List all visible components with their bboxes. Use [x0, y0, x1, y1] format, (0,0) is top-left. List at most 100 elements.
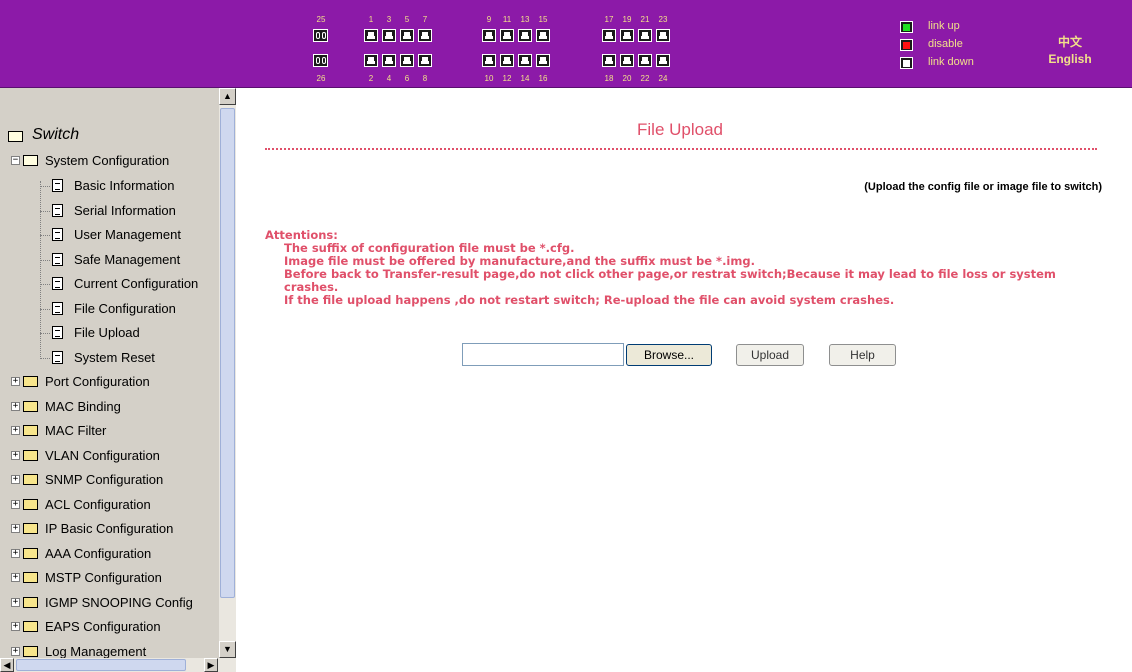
- tree-section-item[interactable]: + SNMP Configuration: [8, 470, 218, 492]
- ethernet-port-icon[interactable]: [638, 29, 652, 42]
- expand-icon[interactable]: +: [11, 524, 20, 533]
- port-number: 14: [520, 74, 530, 83]
- tree-section-item[interactable]: + Log Management: [8, 642, 218, 658]
- port-number: 23: [658, 15, 668, 24]
- ethernet-port-icon[interactable]: [364, 29, 378, 42]
- tree-connector: [40, 308, 50, 310]
- ethernet-port-icon[interactable]: [656, 54, 670, 67]
- ethernet-port-icon[interactable]: [400, 54, 414, 67]
- ethernet-port-icon[interactable]: [620, 29, 634, 42]
- ethernet-port-icon[interactable]: [536, 29, 550, 42]
- ethernet-port-icon[interactable]: [602, 54, 616, 67]
- expand-icon[interactable]: +: [11, 475, 20, 484]
- folder-icon: [23, 645, 38, 657]
- tree-section-item[interactable]: + EAPS Configuration: [8, 617, 218, 639]
- port-number: 25: [316, 15, 326, 24]
- legend-link-up-label: link up: [928, 20, 960, 32]
- tree-page-item[interactable]: System Reset: [40, 348, 218, 370]
- file-path-input[interactable]: [462, 343, 624, 366]
- expand-icon[interactable]: +: [11, 401, 20, 411]
- expand-icon[interactable]: +: [11, 377, 20, 386]
- ethernet-port-icon[interactable]: [382, 54, 396, 67]
- browse-button[interactable]: Browse...: [626, 344, 712, 366]
- tree-page-item[interactable]: File Configuration: [40, 299, 218, 321]
- scroll-down-arrow-icon[interactable]: ▼: [219, 641, 236, 658]
- port-link-down-icon: [900, 57, 913, 69]
- port-number: 11: [502, 15, 512, 24]
- expand-icon[interactable]: +: [11, 573, 20, 582]
- sidebar-horizontal-scrollbar[interactable]: ◀ ▶: [0, 658, 236, 672]
- scroll-thumb[interactable]: [220, 108, 235, 598]
- legend-link-down-label: link down: [928, 56, 974, 68]
- tree-connector: [40, 333, 50, 334]
- upload-button[interactable]: Upload: [736, 344, 804, 366]
- folder-icon: [23, 498, 38, 510]
- expand-icon[interactable]: +: [11, 426, 20, 435]
- port-number: 6: [404, 74, 410, 83]
- expand-icon[interactable]: +: [11, 499, 20, 509]
- ethernet-port-icon[interactable]: [418, 54, 432, 67]
- ethernet-port-icon[interactable]: [500, 29, 514, 42]
- tree-page-item[interactable]: User Management: [40, 225, 218, 247]
- ethernet-port-icon[interactable]: [500, 54, 514, 67]
- tree-section-item[interactable]: + AAA Configuration: [8, 544, 218, 566]
- scroll-right-arrow-icon[interactable]: ▶: [204, 658, 218, 672]
- expand-icon[interactable]: +: [11, 548, 20, 558]
- collapse-icon[interactable]: −: [11, 156, 20, 165]
- language-english-link[interactable]: English: [1040, 52, 1100, 66]
- tree-page-label: Current Configuration: [74, 276, 199, 291]
- ethernet-port-icon[interactable]: [518, 29, 532, 42]
- expand-icon[interactable]: +: [11, 597, 20, 607]
- expand-icon[interactable]: +: [11, 646, 20, 656]
- tree-section-system-configuration[interactable]: − System Configuration: [8, 151, 218, 173]
- tree-section-item[interactable]: + ACL Configuration: [8, 495, 218, 517]
- tree-section-item[interactable]: + Port Configuration: [8, 372, 218, 394]
- tree-section-item[interactable]: + MAC Binding: [8, 397, 218, 419]
- sidebar-vertical-scrollbar[interactable]: ▲ ▼: [219, 88, 236, 658]
- port-number: 9: [486, 15, 492, 24]
- tree-section-item[interactable]: + MAC Filter: [8, 421, 218, 443]
- tree-section-item[interactable]: + IGMP SNOOPING Config: [8, 593, 218, 615]
- language-chinese-link[interactable]: 中文: [1040, 33, 1100, 50]
- tree-page-item[interactable]: File Upload: [40, 323, 218, 345]
- ethernet-port-icon[interactable]: [418, 29, 432, 42]
- ethernet-port-icon[interactable]: [656, 29, 670, 42]
- help-button[interactable]: Help: [829, 344, 896, 366]
- horizontal-scroll-thumb[interactable]: [16, 659, 186, 671]
- folder-icon: [23, 621, 38, 632]
- tree-section-item[interactable]: + MSTP Configuration: [8, 568, 218, 590]
- tree-section-item[interactable]: + VLAN Configuration: [8, 446, 218, 468]
- folder-icon: [23, 449, 38, 461]
- port-number: 19: [622, 15, 632, 24]
- tree-page-item[interactable]: Current Configuration: [40, 274, 218, 296]
- sfp-port-icon[interactable]: [313, 54, 328, 67]
- expand-icon[interactable]: +: [11, 622, 20, 631]
- ethernet-port-icon[interactable]: [638, 54, 652, 67]
- ethernet-port-icon[interactable]: [602, 29, 616, 42]
- tree-section-label: SNMP Configuration: [45, 472, 164, 487]
- tree-connector: [40, 284, 50, 285]
- tree-section-item[interactable]: + IP Basic Configuration: [8, 519, 218, 541]
- ethernet-port-icon[interactable]: [518, 54, 532, 67]
- tree-page-item[interactable]: Basic Information: [40, 176, 218, 198]
- expand-icon[interactable]: +: [11, 450, 20, 460]
- ethernet-port-icon[interactable]: [400, 29, 414, 42]
- port-number: 12: [502, 74, 512, 83]
- tree-page-item[interactable]: Safe Management: [40, 250, 218, 272]
- attention-line: If the file upload happens ,do not resta…: [284, 293, 895, 307]
- ethernet-port-icon[interactable]: [536, 54, 550, 67]
- ethernet-port-icon[interactable]: [482, 29, 496, 42]
- ethernet-port-icon[interactable]: [382, 29, 396, 42]
- tree-page-item[interactable]: Serial Information: [40, 201, 218, 223]
- sidebar: Switch − System Configuration Basic Info…: [0, 88, 236, 672]
- port-link-up-icon: [900, 21, 913, 33]
- ethernet-port-icon[interactable]: [364, 54, 378, 67]
- scroll-up-arrow-icon[interactable]: ▲: [219, 88, 236, 105]
- ethernet-port-icon[interactable]: [620, 54, 634, 67]
- tree-section-label: IGMP SNOOPING Config: [45, 594, 193, 610]
- tree-connector: [40, 210, 50, 212]
- scroll-left-arrow-icon[interactable]: ◀: [0, 658, 14, 672]
- ethernet-port-icon[interactable]: [482, 54, 496, 67]
- sfp-port-icon[interactable]: [313, 29, 328, 42]
- tree-root-label: Switch: [32, 126, 80, 143]
